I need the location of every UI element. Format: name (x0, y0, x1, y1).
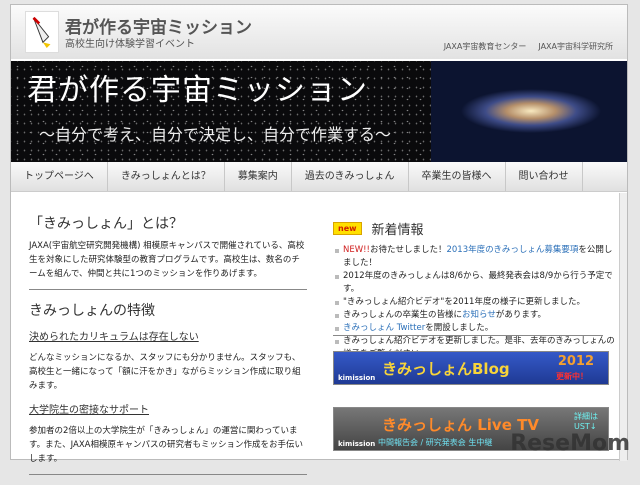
live-side-note: 詳細はUST↓ (574, 412, 598, 431)
notice-link[interactable]: お知らせ (462, 310, 496, 320)
recruit-guide-link[interactable]: 2013年度のきみっしょん募集要項 (446, 245, 578, 255)
banner-subtitle: ～自分で考え、自分で決定し、自分で作業する～ (39, 125, 392, 144)
nav-top[interactable]: トップページへ (11, 162, 108, 191)
scrollbar[interactable] (619, 193, 627, 461)
news-item: "きみっしょん紹介ビデオ"を2011年度の様子に更新しました。 (333, 296, 615, 309)
blog-banner[interactable]: kimission きみっしょんBlog 2012 更新中！ (333, 351, 609, 385)
news-heading: 新着情報 (371, 223, 424, 238)
blog-year: 2012 (557, 354, 594, 369)
news-column: new 新着情報 NEW!!お待たせしました！2013年度のきみっしょん募集要項を… (333, 219, 615, 451)
about-column: 「きみっしょん」とは？ JAXA(宇宙航空研究開発機構) 相模原キャンパスで開催… (29, 213, 307, 485)
live-subtitle: 中間報告会 / 研究発表会 生中継 (378, 438, 493, 447)
blog-status: 更新中！ (556, 372, 588, 381)
divider (29, 289, 307, 290)
features-heading: きみっしょんの特徴 (29, 303, 155, 319)
news-list: NEW!!お待たせしました！2013年度のきみっしょん募集要項を公開しました！ … (333, 244, 615, 361)
hero-banner: 君が作る宇宙ミッション ～自分で考え、自分で決定し、自分で作業する～ (11, 61, 627, 162)
news-text: を開設しました。 (425, 323, 494, 333)
watermark: ReseMom (510, 431, 630, 456)
new-badge: new (333, 222, 362, 235)
jaxa-education-link[interactable]: JAXA宇宙教育センター (444, 42, 527, 51)
about-text: JAXA(宇宙航空研究開発機構) 相模原キャンパスで開催されている、高校生を対象… (29, 241, 305, 279)
blog-title: きみっしょんBlog (382, 360, 510, 378)
main-nav: トップページへ きみっしょんとは？ 募集案内 過去のきみっしょん 卒業生の皆様へ… (11, 162, 627, 192)
news-text: があります。 (495, 310, 547, 320)
feature-1-heading: 決められたカリキュラムは存在しない (29, 332, 199, 343)
news-item: 2012年度のきみっしょんは8/6から、最終発表会は8/9から行う予定です。 (333, 270, 615, 296)
about-heading: 「きみっしょん」とは？ (29, 216, 183, 232)
news-item: きみっしょん Twitterを開設しました。 (333, 322, 615, 335)
news-text: お待たせしました！ (369, 245, 447, 255)
divider (333, 335, 603, 336)
rocket-logo-icon[interactable] (25, 11, 59, 53)
news-item: きみっしょんの卒業生の皆様にお知らせがあります。 (333, 309, 615, 322)
jaxa-isas-link[interactable]: JAXA宇宙科学研究所 (538, 42, 613, 51)
galaxy-image (431, 61, 627, 162)
page: 君が作る宇宙ミッション 高校生向け体験学習イベント JAXA宇宙教育センター JA… (10, 4, 628, 475)
twitter-link[interactable]: きみっしょん Twitter (343, 323, 425, 333)
banner-title: 君が作る宇宙ミッション (27, 73, 368, 108)
feature-2-heading: 大学院生の密接なサポート (29, 405, 149, 416)
site-header: 君が作る宇宙ミッション 高校生向け体験学習イベント JAXA宇宙教育センター JA… (11, 5, 627, 59)
divider (29, 474, 307, 475)
brand-label: kimission (338, 440, 376, 448)
nav-past[interactable]: 過去のきみっしょん (292, 162, 409, 191)
nav-alumni[interactable]: 卒業生の皆様へ (409, 162, 506, 191)
nav-contact[interactable]: 問い合わせ (506, 162, 583, 191)
news-text: きみっしょんの卒業生の皆様に (343, 310, 463, 320)
brand-label: kimission (338, 374, 376, 382)
nav-about[interactable]: きみっしょんとは？ (108, 162, 225, 191)
feature-1-text: どんなミッションになるか、スタッフにも分かりません。スタッフも、高校生と一緒にな… (29, 353, 301, 391)
site-subtitle: 高校生向け体験学習イベント (65, 39, 195, 50)
news-item: NEW!!お待たせしました！2013年度のきみっしょん募集要項を公開しました！ (333, 244, 615, 270)
nav-recruit[interactable]: 募集案内 (225, 162, 292, 191)
new-label: NEW!! (343, 245, 370, 255)
